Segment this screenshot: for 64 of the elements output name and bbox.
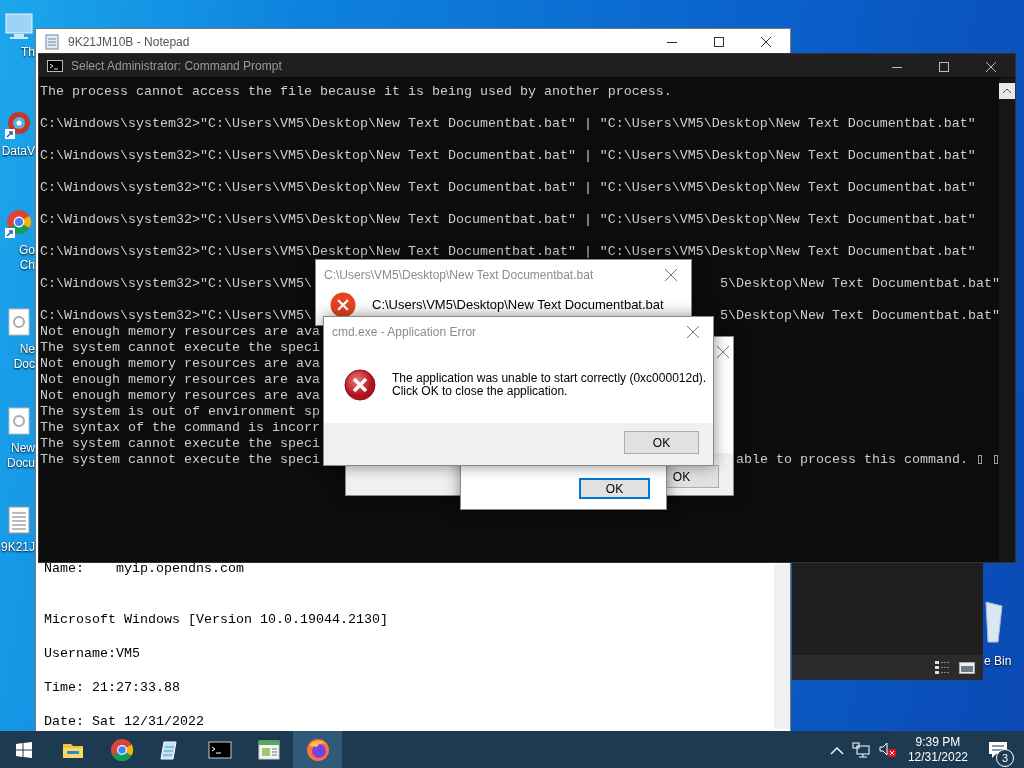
close-icon xyxy=(686,325,700,339)
console-text: The syntax of the command is incorr xyxy=(40,420,320,436)
notepad-icon xyxy=(44,33,60,50)
text-line: Username:VM5 xyxy=(44,645,141,662)
volume-muted-icon[interactable] xyxy=(877,741,896,758)
icon-label: New Docu xyxy=(7,441,35,471)
console-text: C:\Windows\system32>"C:\Users\VM5\Desktop\New Text Documentbat.bat" | "C:\Users\VM5\Desktop\New Text Documentbat.bat" xyxy=(40,244,976,260)
minimize-icon xyxy=(666,41,678,43)
error-message: C:\Users\VM5\Desktop\New Text Documentbat.bat xyxy=(372,298,664,311)
scrollbar[interactable] xyxy=(999,78,1015,562)
chrome-icon xyxy=(109,737,134,762)
network-icon[interactable] xyxy=(851,741,870,758)
text-line: Time: 21:27:33.88 xyxy=(44,679,181,696)
icon-label: Go Ch xyxy=(19,243,35,273)
firefox-icon xyxy=(305,737,330,762)
icon-label: e Bin xyxy=(984,653,1012,670)
console-text: The system cannot execute the speci xyxy=(40,452,320,468)
clock[interactable]: 9:39 PM 12/31/2022 xyxy=(903,734,972,765)
console-text: Not enough memory resources are ava xyxy=(40,388,320,404)
text-line: Date: Sat 12/31/2022 xyxy=(44,713,205,730)
console-text: C:\Windows\system32>"C:\Users\VM5\Desktop\New Text Documentbat.bat" | "C:\Users\VM5\Desktop\New Text Documentbat.bat" xyxy=(40,148,976,164)
text-line: Name: myip.opendns.com xyxy=(44,560,245,577)
console-text: Not enough memory resources are ava xyxy=(40,356,320,372)
scrollbar[interactable] xyxy=(774,564,790,729)
error-message: The application was unable to start correctly (0xc000012d). Click OK to close the application. xyxy=(392,372,707,398)
picture-view-icon[interactable] xyxy=(959,660,975,675)
console-text: C:\Windows\system32>"C:\Users\VM5\ xyxy=(40,308,312,324)
console-text: C:\Windows\system32>"C:\Users\VM5\Desktop\New Text Documentbat.bat" | "C:\Users\VM5\Desktop\New Text Documentbat.bat" xyxy=(40,180,976,196)
window-title: Select Administrator: Command Prompt xyxy=(71,57,282,75)
ok-button[interactable]: OK xyxy=(624,431,699,454)
icon-label: Th xyxy=(21,45,35,60)
close-icon xyxy=(716,345,730,359)
window-title: 9K21JM10B - Notepad xyxy=(68,33,190,51)
console-text: 5\Desktop\New Text Documentbat.bat" xyxy=(720,308,1000,324)
close-icon xyxy=(985,61,997,73)
dialog-title: C:\Users\VM5\Desktop\New Text Documentbat.bat xyxy=(323,267,594,284)
console-text: Not enough memory resources are ava xyxy=(40,324,320,340)
windows-logo-icon xyxy=(16,741,32,758)
console-text: C:\Windows\system32>"C:\Users\VM5\Desktop\New Text Documentbat.bat" | "C:\Users\VM5\Desktop\New Text Documentbat.bat" xyxy=(40,212,976,228)
scroll-up-button[interactable] xyxy=(999,82,1015,99)
console-text: The system cannot execute the speci xyxy=(40,436,320,452)
console-text: The system is out of environment sp xyxy=(40,404,320,420)
window-icon xyxy=(256,737,281,762)
minimize-icon xyxy=(891,66,903,68)
dialog-title: cmd.exe - Application Error xyxy=(331,324,477,341)
console-text: The process cannot access the file because it is being used by another process. xyxy=(40,84,672,100)
console-text: C:\Windows\system32>"C:\Users\VM5\ xyxy=(40,276,312,292)
list-view-icon[interactable] xyxy=(934,659,951,676)
console-icon xyxy=(47,59,63,72)
close-icon xyxy=(664,268,678,282)
icon-label: 9K21J xyxy=(0,540,35,555)
maximize-icon xyxy=(939,61,949,72)
console-text: able to process this command. ▯ ▯ xyxy=(736,452,1000,468)
console-text: The system cannot execute the speci xyxy=(40,340,320,356)
icon-label: Ne Doc xyxy=(13,342,35,372)
error-icon xyxy=(344,369,376,401)
console-text: 5\Desktop\New Text Documentbat.bat" xyxy=(720,276,1000,292)
maximize-icon xyxy=(714,36,724,47)
close-icon xyxy=(760,36,772,48)
icon-label: DataV xyxy=(1,144,35,159)
text-line: Microsoft Windows [Version 10.0.19044.2130] xyxy=(44,611,389,628)
console-text: C:\Windows\system32>"C:\Users\VM5\Desktop\New Text Documentbat.bat" | "C:\Users\VM5\Desktop\New Text Documentbat.bat" xyxy=(40,116,976,132)
ok-button[interactable]: OK xyxy=(579,478,650,499)
console-text: Not enough memory resources are ava xyxy=(40,372,320,388)
